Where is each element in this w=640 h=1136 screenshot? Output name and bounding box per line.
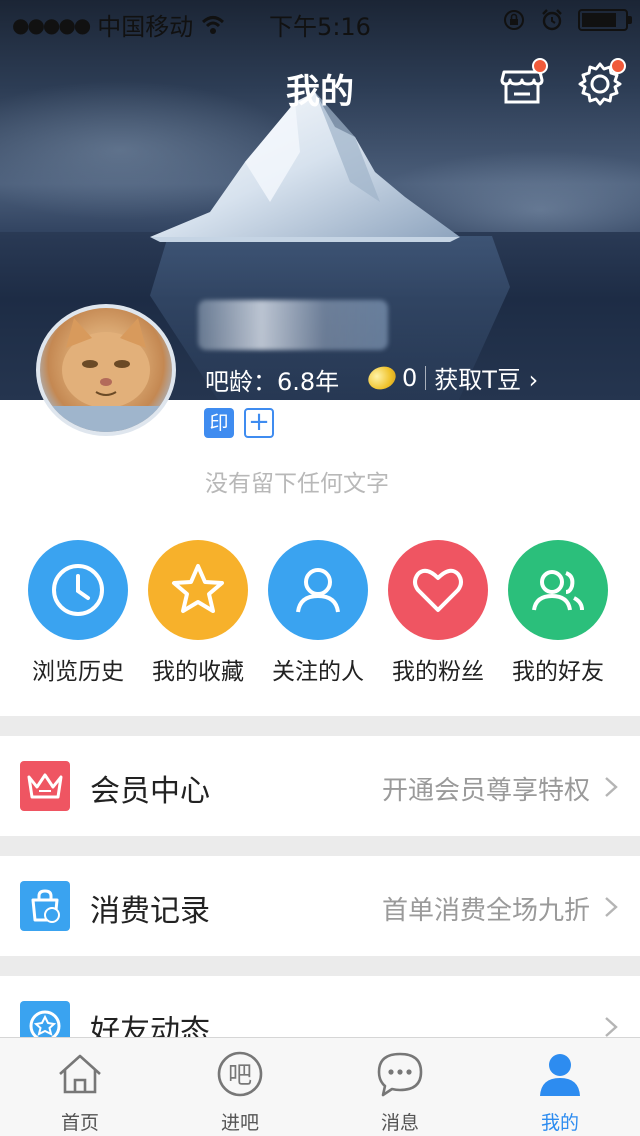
home-icon (59, 1054, 101, 1094)
chat-icon (377, 1052, 423, 1097)
tab-mine[interactable]: 我的 (480, 1038, 640, 1136)
tab-label: 消息 (380, 1112, 419, 1134)
chevron-right-icon (605, 777, 618, 797)
action-following[interactable]: 关注的人 (258, 540, 378, 686)
tab-home[interactable]: 首页 (0, 1038, 160, 1136)
action-icon-circle (268, 540, 368, 640)
action-fans[interactable]: 我的粉丝 (378, 540, 498, 686)
section-divider (0, 956, 640, 976)
rotation-lock-icon (504, 10, 524, 30)
quick-actions: 浏览历史 我的收藏 关注的人 我的粉丝 我的好友 (0, 540, 640, 690)
friends-icon (532, 570, 584, 611)
action-icon-circle (28, 540, 128, 640)
settings-notification-dot (610, 58, 626, 74)
action-favorites[interactable]: 我的收藏 (138, 540, 258, 686)
heart-icon (413, 568, 463, 612)
chevron-right-icon (605, 897, 618, 917)
row-subtitle: 首单消费全场九折 (381, 896, 590, 926)
clock-icon (52, 564, 104, 616)
divider (425, 365, 427, 390)
tab-enter-ba[interactable]: 吧 进吧 (160, 1038, 320, 1136)
row-subtitle: 开通会员尊享特权 (381, 776, 590, 806)
person-filled-icon (540, 1054, 580, 1096)
action-icon-circle (148, 540, 248, 640)
cat-avatar-image (40, 318, 172, 432)
action-label: 我的粉丝 (392, 659, 484, 685)
seal-tag[interactable]: 印 (204, 408, 234, 438)
battery-icon (578, 9, 632, 31)
shopping-bag-icon (20, 881, 70, 931)
tdou-bean-icon (365, 362, 399, 393)
row-title: 会员中心 (90, 774, 210, 809)
menu-row-purchase-history[interactable]: 消费记录 首单消费全场九折 (0, 856, 640, 956)
store-notification-dot (532, 58, 548, 74)
tdou-section[interactable]: 0 获取T豆 › (365, 360, 538, 395)
status-bar: ●●●●● 中国移动 下午5:16 (0, 0, 640, 41)
tab-messages[interactable]: 消息 (320, 1038, 480, 1136)
person-icon (296, 568, 340, 613)
tab-label: 我的 (540, 1112, 579, 1134)
add-tag-button[interactable]: + (244, 408, 274, 438)
crown-icon (20, 761, 70, 811)
tab-label: 首页 (60, 1112, 99, 1134)
row-title: 消费记录 (90, 894, 210, 929)
username-blurred (198, 300, 388, 350)
avatar[interactable] (36, 304, 176, 436)
action-label: 我的好友 (512, 659, 604, 685)
star-icon (172, 564, 224, 613)
action-label: 浏览历史 (32, 659, 124, 685)
iceberg-image (150, 92, 460, 242)
svg-text:吧: 吧 (228, 1061, 252, 1089)
tab-label: 进吧 (220, 1112, 259, 1134)
action-label: 我的收藏 (152, 659, 244, 685)
get-tdou-link[interactable]: 获取T豆 › (434, 360, 538, 395)
tab-bar: 首页 吧 进吧 消息 我的 (0, 1037, 640, 1136)
settings-button[interactable] (576, 58, 626, 108)
store-button[interactable] (498, 58, 548, 108)
action-browse-history[interactable]: 浏览历史 (18, 540, 138, 686)
page: ●●●●● 中国移动 下午5:16 我的 吧龄：6.8年 0 获取T豆 › 印 … (0, 0, 640, 1136)
ba-icon: 吧 (217, 1051, 263, 1097)
action-icon-circle (508, 540, 608, 640)
alarm-icon (542, 9, 562, 31)
signature-text[interactable]: 没有留下任何文字 (205, 464, 389, 498)
menu-row-vip-center[interactable]: 会员中心 开通会员尊享特权 (0, 736, 640, 836)
section-divider (0, 716, 640, 736)
action-icon-circle (388, 540, 488, 640)
action-label: 关注的人 (272, 659, 364, 685)
ba-age-text: 吧龄：6.8年 (205, 368, 340, 396)
tdou-count: 0 (402, 363, 418, 392)
section-divider (0, 836, 640, 856)
action-friends[interactable]: 我的好友 (498, 540, 618, 686)
